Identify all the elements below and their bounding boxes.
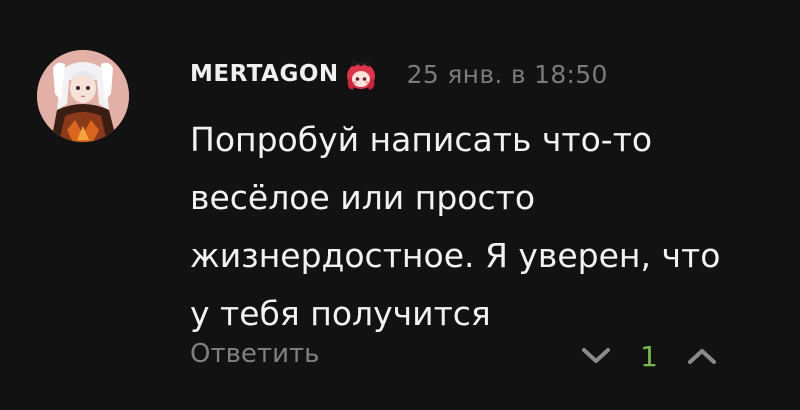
comment: MERTAGON 25 янв. в 18:50 Попробуй написа… — [0, 0, 800, 410]
comment-line: Попробуй написать что-то — [190, 120, 653, 159]
vote-score: 1 — [640, 339, 658, 373]
author-name[interactable]: MERTAGON — [190, 61, 339, 87]
downvote-button[interactable] — [580, 340, 612, 372]
comment-line: весёлое или просто — [190, 178, 536, 217]
anime-girl-badge-icon — [341, 56, 385, 92]
comment-line: жизнердостное. Я уверен, что — [190, 236, 721, 275]
chevron-up-icon — [688, 349, 716, 364]
chevron-down-icon — [582, 348, 610, 363]
vote-controls: 1 — [580, 336, 718, 376]
timestamp[interactable]: 25 янв. в 18:50 — [407, 60, 608, 89]
comment-header: MERTAGON 25 янв. в 18:50 — [190, 56, 608, 92]
comment-line: у тебя получится — [190, 294, 491, 333]
reply-button[interactable]: Ответить — [190, 339, 319, 369]
avatar[interactable] — [37, 50, 129, 142]
upvote-button[interactable] — [686, 340, 718, 372]
comment-body: Попробуй написать что-то весёлое или про… — [190, 111, 790, 343]
avatar-image — [37, 50, 129, 142]
